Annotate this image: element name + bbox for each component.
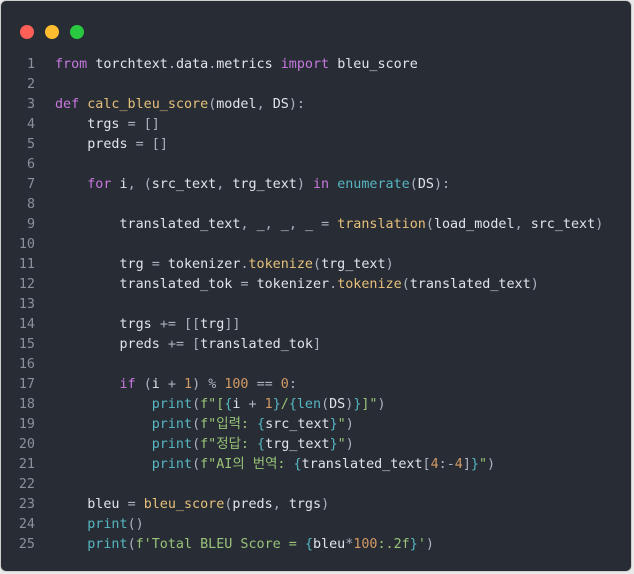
line-number: 20 bbox=[18, 437, 35, 452]
code-line[interactable]: 13 bbox=[1, 295, 631, 315]
code-line[interactable]: 15 preds += [translated_tok] bbox=[1, 335, 631, 355]
code-line-text: print() bbox=[87, 517, 144, 532]
code-line-text: if (i + 1) % 100 == 0: bbox=[119, 377, 297, 392]
close-window-button[interactable] bbox=[20, 25, 34, 39]
code-line[interactable]: 19 print(f"입력: {src_text}") bbox=[1, 415, 631, 435]
code-line[interactable]: 20 print(f"정답: {trg_text}") bbox=[1, 435, 631, 455]
code-line[interactable]: 9 translated_text, _, _, _ = translation… bbox=[1, 215, 631, 235]
code-line[interactable]: 22 bbox=[1, 475, 631, 495]
maximize-window-button[interactable] bbox=[70, 25, 84, 39]
code-line-text: print(f"정답: {trg_text}") bbox=[151, 437, 354, 452]
line-number: 19 bbox=[18, 417, 35, 432]
line-number: 8 bbox=[26, 197, 35, 212]
line-number: 14 bbox=[18, 317, 35, 332]
code-line-text: trgs = [] bbox=[87, 117, 160, 132]
code-line[interactable]: 25 print(f'Total BLEU Score = {bleu*100:… bbox=[1, 535, 631, 555]
line-number: 23 bbox=[18, 497, 35, 512]
code-line[interactable]: 2 bbox=[1, 75, 631, 95]
line-number: 2 bbox=[26, 77, 35, 92]
code-line[interactable]: 12 translated_tok = tokenizer.tokenize(t… bbox=[1, 275, 631, 295]
line-number: 1 bbox=[26, 57, 35, 72]
code-line[interactable]: 21 print(f"AI의 번역: {translated_text[4:-4… bbox=[1, 455, 631, 475]
code-block[interactable]: 1 from torchtext.data.metrics import bleu… bbox=[1, 55, 631, 555]
code-line-text: print(f'Total BLEU Score = {bleu*100:.2f… bbox=[87, 537, 434, 552]
code-line[interactable]: 24 print() bbox=[1, 515, 631, 535]
line-number: 21 bbox=[18, 457, 35, 472]
line-number: 7 bbox=[26, 177, 35, 192]
line-number: 18 bbox=[18, 397, 35, 412]
code-line[interactable]: 6 bbox=[1, 155, 631, 175]
window-titlebar bbox=[1, 1, 631, 49]
code-line[interactable]: 23 bleu = bleu_score(preds, trgs) bbox=[1, 495, 631, 515]
code-line-text: trg = tokenizer.tokenize(trg_text) bbox=[119, 257, 394, 272]
code-line[interactable]: 4 trgs = [] bbox=[1, 115, 631, 135]
code-line-text: print(f"AI의 번역: {translated_text[4:-4]}"… bbox=[151, 457, 496, 472]
code-line-text: def calc_bleu_score(model, DS): bbox=[55, 97, 305, 112]
line-number: 3 bbox=[26, 97, 35, 112]
line-number: 24 bbox=[18, 517, 35, 532]
code-line-text: trgs += [[trg]] bbox=[119, 317, 241, 332]
code-line-text: translated_text, _, _, _ = translation(l… bbox=[119, 217, 604, 232]
minimize-window-button[interactable] bbox=[45, 25, 59, 39]
line-number: 13 bbox=[18, 297, 35, 312]
line-number: 10 bbox=[18, 237, 35, 252]
code-line[interactable]: 8 bbox=[1, 195, 631, 215]
line-number: 17 bbox=[18, 377, 35, 392]
code-line-text: preds += [translated_tok] bbox=[119, 337, 322, 352]
code-line-text: for i, (src_text, trg_text) in enumerate… bbox=[87, 177, 451, 192]
code-line[interactable]: 10 bbox=[1, 235, 631, 255]
line-number: 25 bbox=[18, 537, 35, 552]
code-line-text: print(f"[{i + 1}/{len(DS)}]") bbox=[151, 397, 386, 412]
code-line[interactable]: 3 def calc_bleu_score(model, DS): bbox=[1, 95, 631, 115]
code-line[interactable]: 1 from torchtext.data.metrics import bleu… bbox=[1, 55, 631, 75]
code-line[interactable]: 16 bbox=[1, 355, 631, 375]
code-line[interactable]: 7 for i, (src_text, trg_text) in enumera… bbox=[1, 175, 631, 195]
code-line-text: bleu = bleu_score(preds, trgs) bbox=[87, 497, 330, 512]
line-number: 15 bbox=[18, 337, 35, 352]
code-window: 1 from torchtext.data.metrics import bleu… bbox=[0, 0, 632, 572]
line-number: 11 bbox=[18, 257, 35, 272]
code-line-text: print(f"입력: {src_text}") bbox=[151, 417, 354, 432]
code-line-text: from torchtext.data.metrics import bleu_… bbox=[55, 57, 418, 72]
line-number: 12 bbox=[18, 277, 35, 292]
line-number: 9 bbox=[26, 217, 35, 232]
line-number: 5 bbox=[26, 137, 35, 152]
code-line[interactable]: 5 preds = [] bbox=[1, 135, 631, 155]
code-line[interactable]: 17 if (i + 1) % 100 == 0: bbox=[1, 375, 631, 395]
line-number: 16 bbox=[18, 357, 35, 372]
code-line[interactable]: 14 trgs += [[trg]] bbox=[1, 315, 631, 335]
line-number: 22 bbox=[18, 477, 35, 492]
code-line[interactable]: 11 trg = tokenizer.tokenize(trg_text) bbox=[1, 255, 631, 275]
code-line-text: translated_tok = tokenizer.tokenize(tran… bbox=[119, 277, 539, 292]
code-line-text: preds = [] bbox=[87, 137, 168, 152]
code-line[interactable]: 18 print(f"[{i + 1}/{len(DS)}]") bbox=[1, 395, 631, 415]
line-number: 6 bbox=[26, 157, 35, 172]
line-number: 4 bbox=[26, 117, 35, 132]
